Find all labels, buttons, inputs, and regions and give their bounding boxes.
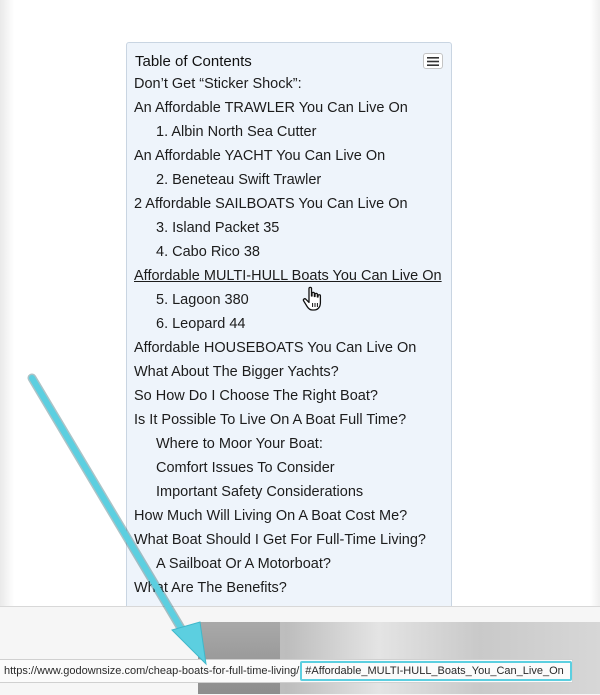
page-left-edge [0, 0, 14, 606]
toc-item[interactable]: So How Do I Choose The Right Boat? [127, 384, 442, 408]
toc-item[interactable]: 1. Albin North Sea Cutter [127, 120, 442, 144]
toc-item[interactable]: Affordable MULTI-HULL Boats You Can Live… [127, 264, 442, 288]
table-of-contents: Table of Contents Don’t Get “Sticker Sho… [126, 42, 452, 622]
toc-item[interactable]: Comfort Issues To Consider [127, 456, 442, 480]
status-url-base: https://www.godownsize.com/cheap-boats-f… [4, 665, 300, 677]
toc-item[interactable]: What Boat Should I Get For Full-Time Liv… [127, 528, 442, 552]
toc-item[interactable]: Where to Moor Your Boat: [127, 432, 442, 456]
toc-item[interactable]: Important Safety Considerations [127, 480, 442, 504]
page-right-edge [590, 0, 600, 606]
toc-item[interactable]: 5. Lagoon 380 [127, 288, 442, 312]
toc-item[interactable]: Is It Possible To Live On A Boat Full Ti… [127, 408, 442, 432]
toc-item[interactable]: An Affordable TRAWLER You Can Live On [127, 96, 442, 120]
hand-pointer-icon [302, 286, 322, 311]
toc-item[interactable]: 2. Beneteau Swift Trawler [127, 168, 442, 192]
toc-title: Table of Contents [135, 53, 252, 70]
toc-list: Don’t Get “Sticker Shock”: An Affordable … [127, 72, 442, 600]
status-bar-url: https://www.godownsize.com/cheap-boats-f… [0, 659, 573, 683]
list-toggle-icon [427, 56, 439, 66]
toc-item[interactable]: Affordable HOUSEBOATS You Can Live On [127, 336, 442, 360]
toc-toggle-button[interactable] [423, 53, 443, 69]
toc-item[interactable]: What About The Bigger Yachts? [127, 360, 442, 384]
toc-item[interactable]: 6. Leopard 44 [127, 312, 442, 336]
toc-item[interactable]: 2 Affordable SAILBOATS You Can Live On [127, 192, 442, 216]
toc-item[interactable]: How Much Will Living On A Boat Cost Me? [127, 504, 442, 528]
toc-item[interactable]: An Affordable YACHT You Can Live On [127, 144, 442, 168]
toc-item[interactable]: Don’t Get “Sticker Shock”: [127, 72, 442, 96]
toc-item[interactable]: A Sailboat Or A Motorboat? [127, 552, 442, 576]
video-thumbnail-dark-region [198, 622, 280, 694]
toc-item[interactable]: 4. Cabo Rico 38 [127, 240, 442, 264]
toc-item[interactable]: What Are The Benefits? [127, 576, 442, 600]
video-thumbnail [198, 622, 600, 694]
status-url-hash: #Affordable_MULTI-HULL_Boats_You_Can_Liv… [300, 661, 572, 681]
toc-item[interactable]: 3. Island Packet 35 [127, 216, 442, 240]
